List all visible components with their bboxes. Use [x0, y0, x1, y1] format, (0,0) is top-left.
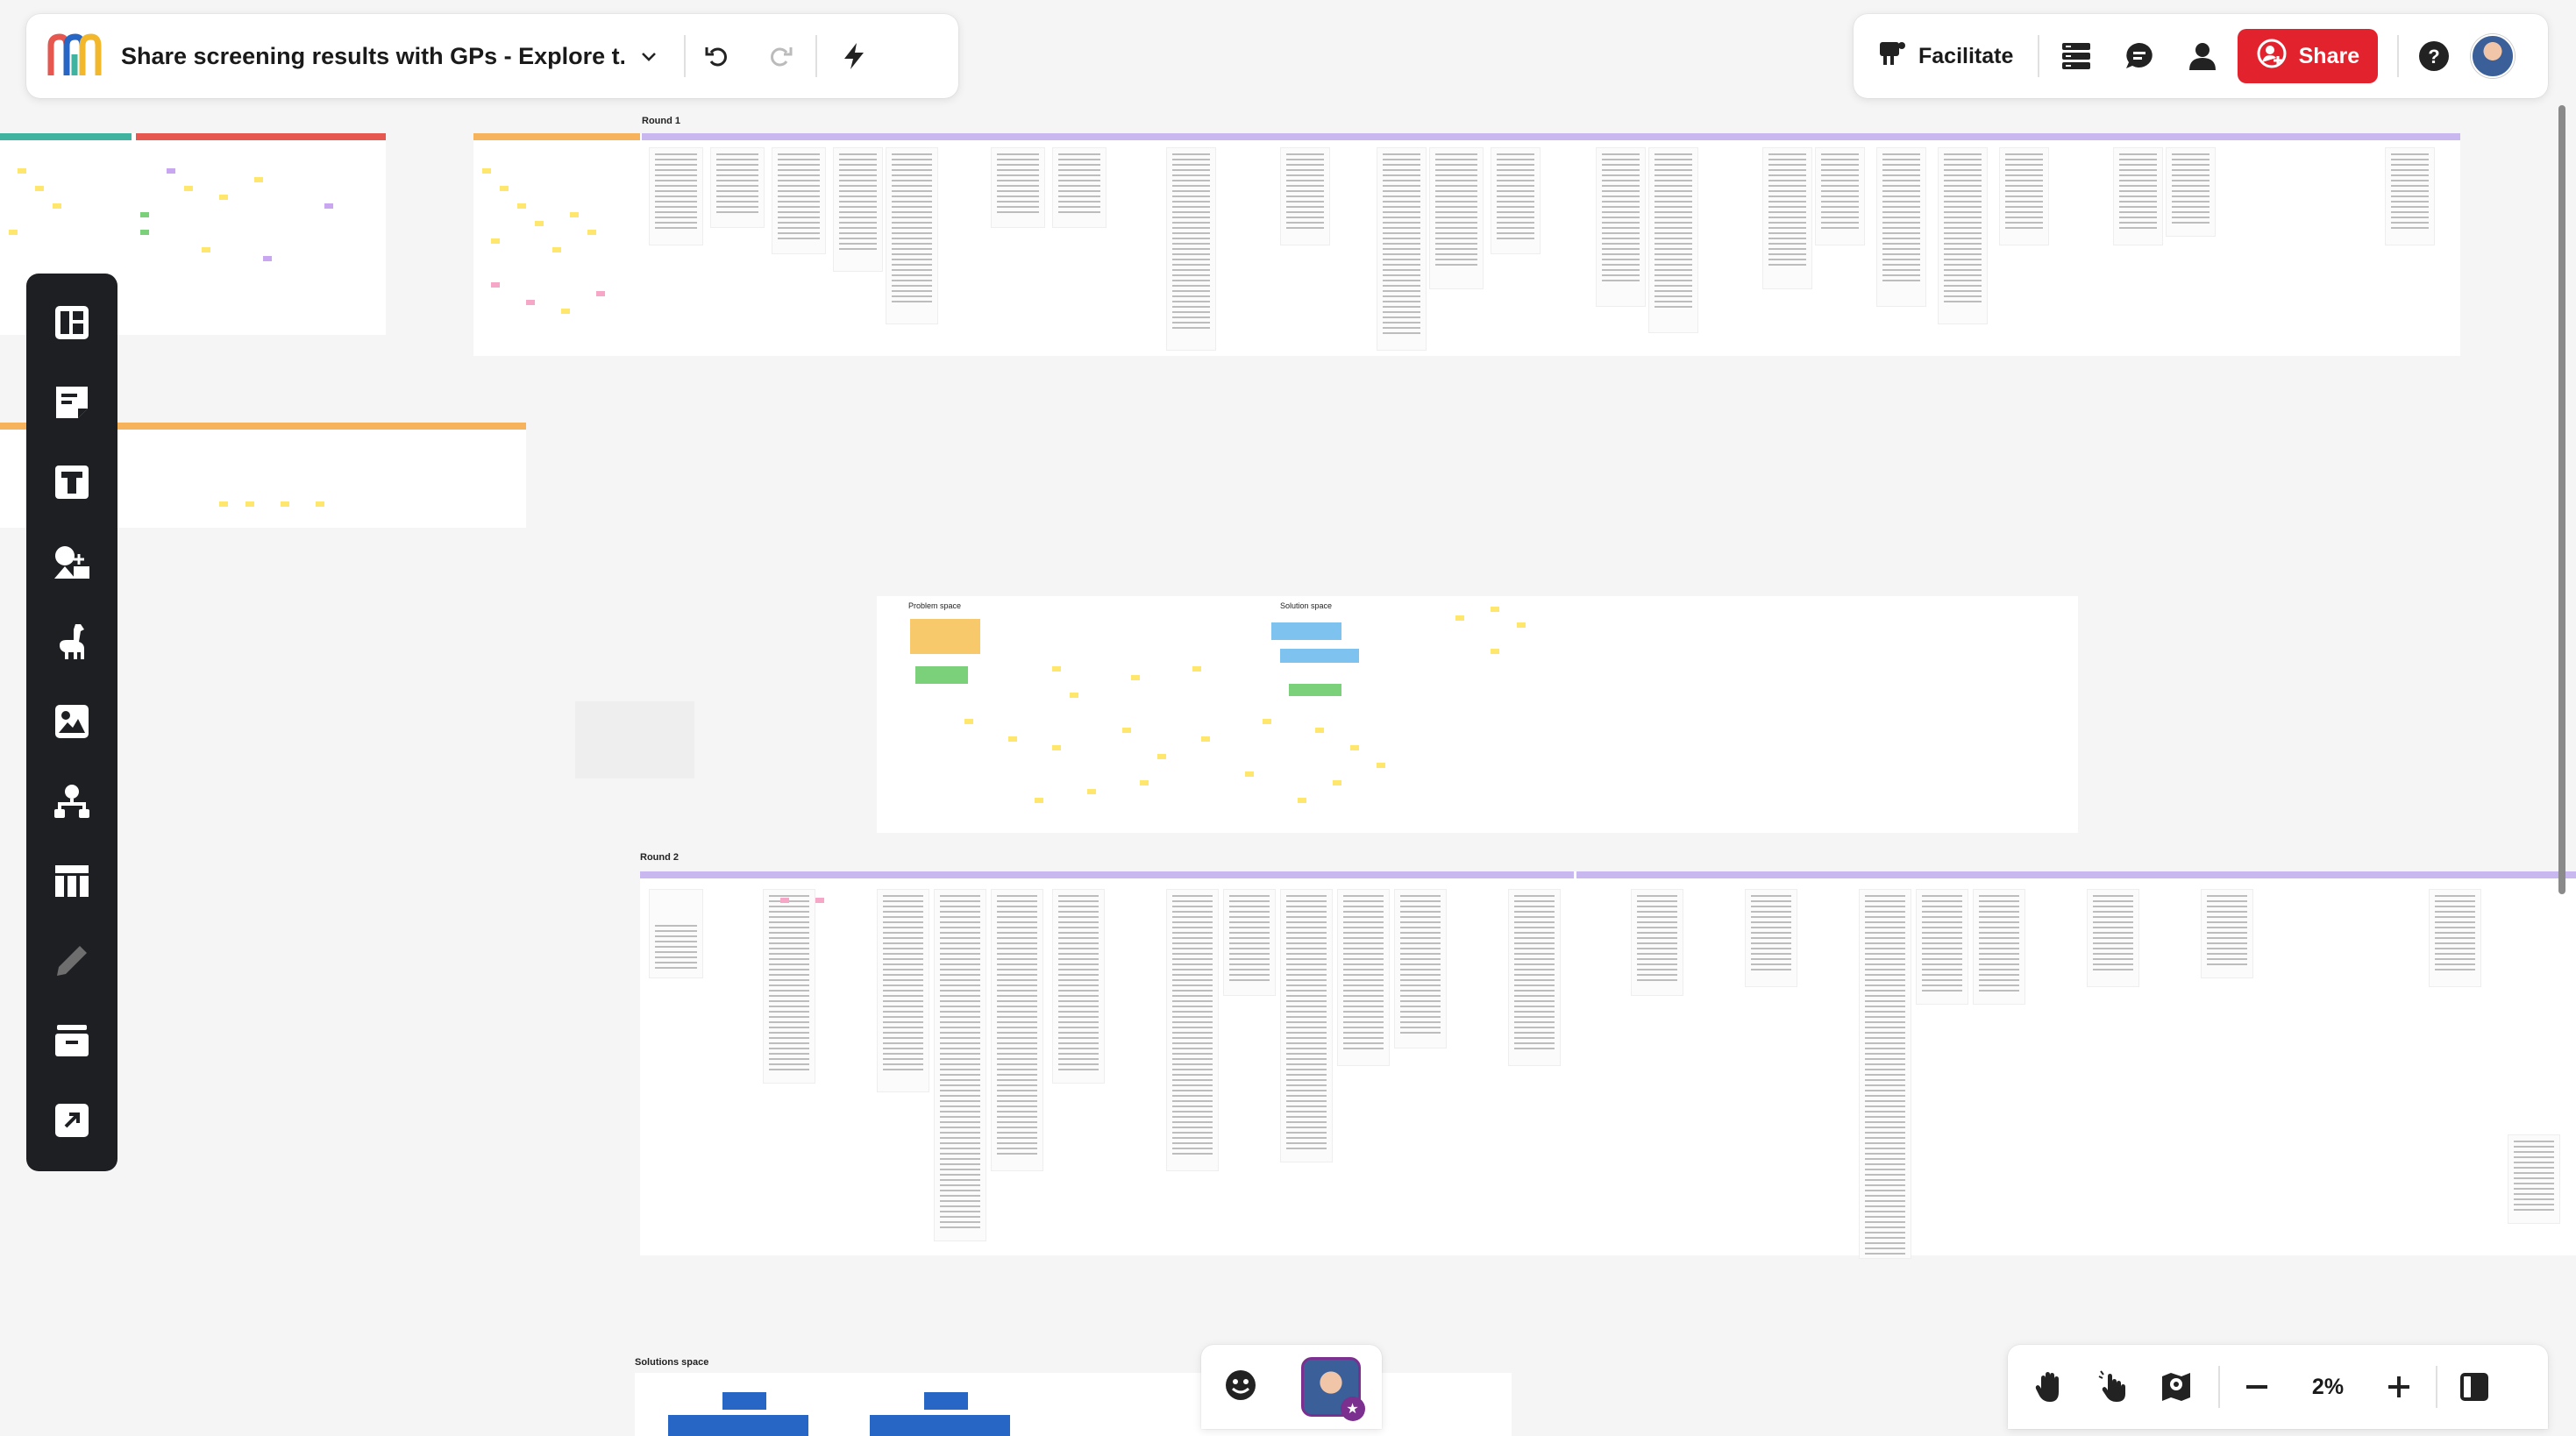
- table-icon[interactable]: [42, 852, 102, 911]
- mind-map-icon[interactable]: [42, 772, 102, 831]
- left-toolbar: [26, 274, 117, 1171]
- frame-problem-solution: Problem space Solution space: [877, 596, 2078, 833]
- facilitate-button[interactable]: Facilitate: [1878, 39, 2013, 75]
- vertical-scrollbar[interactable]: [2558, 105, 2565, 894]
- board-header: Share screening results with GPs - Explo…: [26, 14, 958, 98]
- pointer-hand-icon[interactable]: [2081, 1355, 2145, 1418]
- chevron-down-icon[interactable]: [624, 32, 673, 81]
- round2-label: Round 2: [640, 852, 679, 863]
- emoji-reaction-icon[interactable]: [1223, 1368, 1258, 1407]
- redo-icon[interactable]: [756, 32, 805, 81]
- board-title[interactable]: Share screening results with GPs - Explo…: [121, 43, 624, 70]
- divider: [2218, 1366, 2220, 1408]
- share-user-icon: [2257, 39, 2287, 75]
- text-icon[interactable]: [42, 452, 102, 511]
- divider: [2397, 35, 2400, 77]
- facilitate-label: Facilitate: [1918, 43, 2014, 68]
- lightning-icon[interactable]: [829, 32, 879, 81]
- zoom-out-icon[interactable]: [2225, 1355, 2288, 1418]
- llama-icon[interactable]: [42, 612, 102, 671]
- divider: [684, 35, 686, 77]
- undo-icon[interactable]: [693, 32, 742, 81]
- image-icon[interactable]: [42, 692, 102, 750]
- svg-text:?: ?: [2429, 46, 2440, 68]
- board-canvas[interactable]: Round 1 Problem space Solution space Rou…: [0, 0, 2576, 1436]
- shapes-icon[interactable]: [42, 532, 102, 591]
- upload-icon[interactable]: [42, 1091, 102, 1150]
- zoom-bar: 2%: [2008, 1345, 2548, 1429]
- frame-round1: [473, 133, 2460, 356]
- zoom-in-icon[interactable]: [2367, 1355, 2430, 1418]
- share-label: Share: [2298, 43, 2360, 68]
- kanban-icon[interactable]: [42, 1012, 102, 1070]
- reactions-bar: ★: [1201, 1345, 1382, 1429]
- templates-icon[interactable]: [42, 293, 102, 352]
- frame-round2: [640, 871, 2576, 1259]
- solutions-space-label: Solutions space: [635, 1357, 709, 1368]
- zoom-level[interactable]: 2%: [2288, 1375, 2367, 1400]
- problem-space-label: Problem space: [908, 601, 962, 610]
- board-list-icon[interactable]: [2048, 28, 2104, 84]
- star-badge-icon: ★: [1340, 1397, 1365, 1421]
- collaborators-icon[interactable]: [2174, 28, 2231, 84]
- help-icon[interactable]: ?: [2406, 28, 2462, 84]
- top-right-toolbar: Facilitate Share ?: [1854, 14, 2548, 98]
- miro-logo-icon[interactable]: [46, 32, 103, 81]
- divider: [2038, 35, 2040, 77]
- round1-label: Round 1: [642, 116, 680, 126]
- pen-icon[interactable]: [42, 932, 102, 991]
- placeholder-frame: [575, 701, 694, 778]
- hand-icon[interactable]: [2018, 1355, 2081, 1418]
- panel-toggle-icon[interactable]: [2443, 1355, 2506, 1418]
- sticky-note-icon[interactable]: [42, 373, 102, 431]
- facilitate-icon: [1878, 39, 1908, 75]
- solution-space-label: Solution space: [1280, 601, 1333, 610]
- user-avatar[interactable]: [2471, 34, 2516, 78]
- divider: [2436, 1366, 2437, 1408]
- map-pin-icon[interactable]: [2145, 1355, 2208, 1418]
- facilitator-avatar[interactable]: ★: [1300, 1357, 1365, 1421]
- comments-icon[interactable]: [2111, 28, 2167, 84]
- divider: [815, 35, 817, 77]
- share-button[interactable]: Share: [2238, 29, 2379, 83]
